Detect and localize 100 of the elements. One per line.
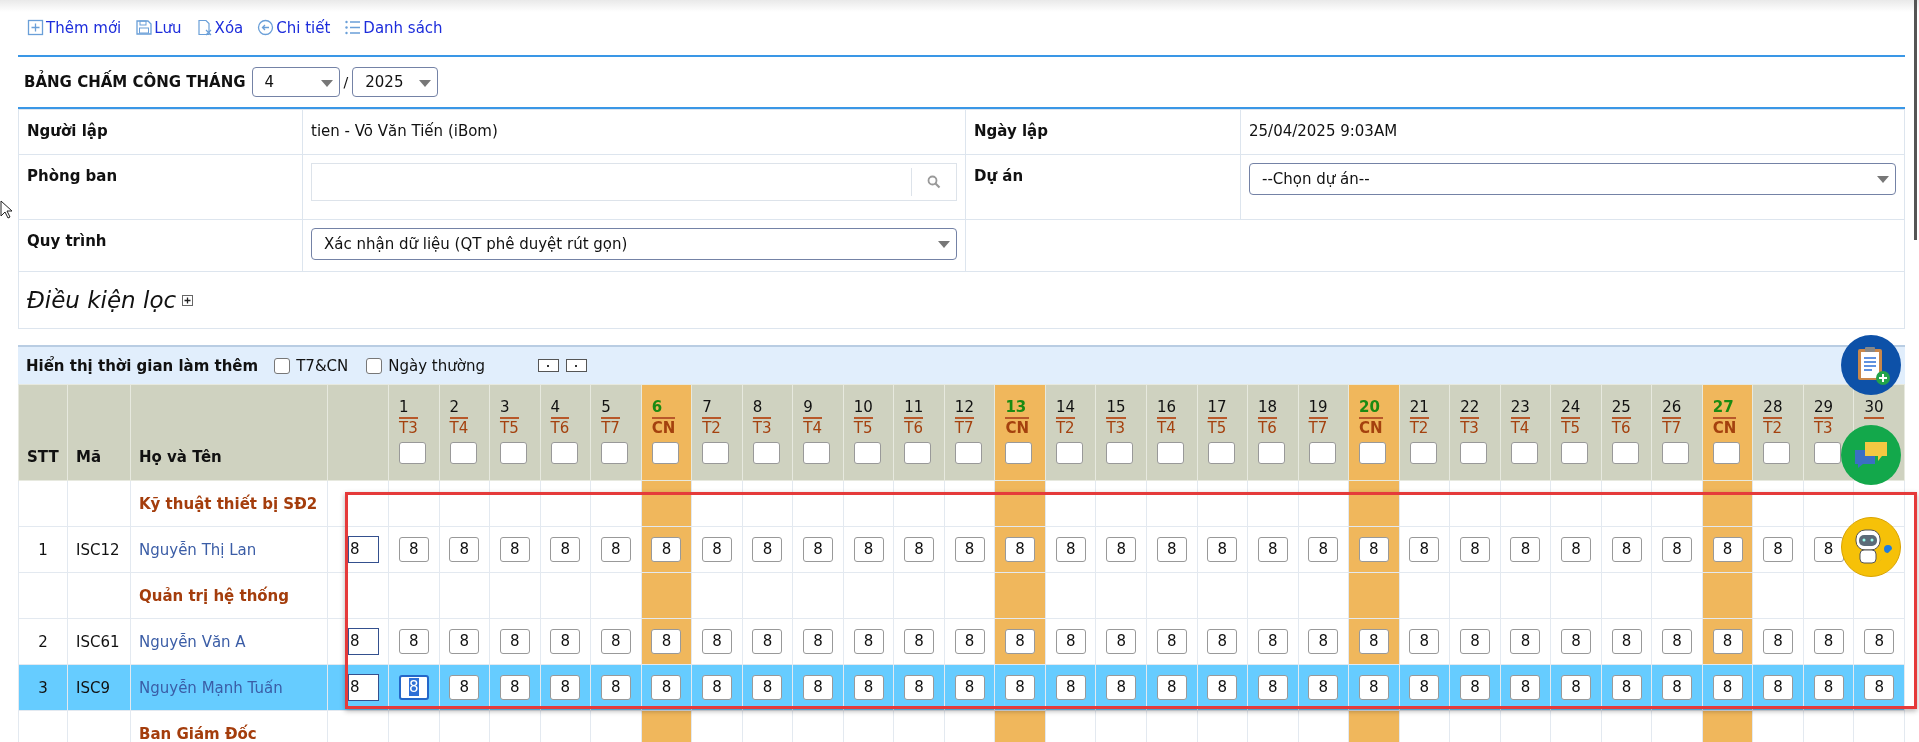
hour-field[interactable]: 8 [853,537,884,562]
hour-field[interactable]: 8 [1106,629,1137,654]
filter-field[interactable] [651,442,679,464]
hour-field[interactable]: 8 [1561,629,1591,654]
hour-field[interactable]: 8 [1712,629,1743,654]
project-select[interactable]: --Chọn dự án-- [1249,163,1896,195]
small-button[interactable] [537,359,559,372]
hour-field[interactable]: 8 [499,629,530,654]
hour-field[interactable]: 8 [1510,675,1541,700]
hour-field[interactable]: 8 [1156,537,1187,562]
hour-field[interactable]: 8 [954,629,985,654]
hour-field[interactable]: 8 [348,628,379,655]
hour-field[interactable]: 8 [1813,675,1844,700]
table-row[interactable]: 3 ISC9 Nguyễn Mạnh Tuấn 8 8 8 8 8 8 8 8 8 8 8 8 8 8 8 8 8 8 8 8 8 8 8 8 8 8 8 8 8 8 8 [18,664,1905,711]
hour-field[interactable]: 8 [1813,537,1844,562]
hour-field[interactable]: 8 [499,675,530,700]
filter-field[interactable] [399,442,426,464]
filter-field[interactable] [1156,442,1184,464]
hour-field[interactable]: 8 [600,537,631,562]
chat-icon[interactable] [1841,425,1901,485]
hour-field[interactable]: 8 [1257,675,1288,700]
filter-field[interactable] [1813,442,1841,464]
hour-field[interactable]: 8 [752,629,783,654]
hour-field[interactable]: 8 [1358,675,1389,700]
hour-field[interactable]: 8 [600,629,631,654]
hour-field[interactable]: 8 [904,675,935,700]
department-field[interactable] [311,163,957,201]
hour-field[interactable]: 8 [701,537,732,562]
filter-field[interactable] [1409,442,1437,464]
filter-field[interactable] [601,442,629,464]
filter-field[interactable] [702,442,730,464]
hour-field[interactable]: 8 [1459,537,1490,562]
month-select[interactable]: 4 [251,67,340,97]
hour-field[interactable]: 8 [904,537,935,562]
process-select[interactable]: Xác nhận dữ liệu (QT phê duyệt rút gọn) [311,228,957,260]
hour-field[interactable]: 8 [1106,675,1137,700]
hour-field[interactable]: 8 [449,629,480,654]
checkbox[interactable] [274,357,291,374]
filter-field[interactable] [803,442,831,464]
toolbar-button[interactable]: Chi tiết [257,18,331,37]
hour-field[interactable]: 8 [1763,537,1794,562]
filter-field[interactable] [904,442,932,464]
toolbar-button[interactable]: Thêm mới [27,18,122,37]
hour-field[interactable]: 8 [499,537,530,562]
hour-field[interactable]: 8 [1459,629,1490,654]
filter-field[interactable] [1055,442,1083,464]
hour-field[interactable]: 8 [1308,629,1339,654]
hour-field[interactable]: 8 [853,675,884,700]
hour-field[interactable]: 8 [1813,629,1844,654]
filter-field[interactable] [500,442,528,464]
hour-field[interactable]: 8 [752,537,783,562]
hour-field[interactable]: 8 [1611,537,1642,562]
scrollbar[interactable] [1914,0,1917,240]
year-select[interactable]: 2025 [352,67,439,97]
hour-field[interactable]: 8 [449,675,480,700]
filter-field[interactable] [1106,442,1134,464]
hour-field[interactable]: 8 [1207,537,1238,562]
hour-field[interactable]: 8 [1662,629,1693,654]
hour-field[interactable]: 8 [398,537,429,562]
hour-field[interactable]: 8 [1561,675,1591,700]
hour-field[interactable]: 8 [1459,675,1490,700]
hour-field[interactable]: 8 [1055,629,1086,654]
hour-field[interactable]: 8 [1864,629,1895,654]
hour-field[interactable]: 8 [348,536,379,563]
filter-field[interactable] [550,442,578,464]
hour-field[interactable]: 8 [1409,537,1440,562]
hour-field[interactable]: 8 [1358,629,1389,654]
hour-field[interactable]: 8 [1257,629,1288,654]
hour-field[interactable]: 8 [348,674,379,701]
hour-field[interactable]: 8 [1864,675,1895,700]
hour-field[interactable]: 8 [600,675,631,700]
filter-field[interactable] [853,442,881,464]
hour-field[interactable]: 8 [1156,675,1187,700]
hour-field[interactable]: 8 [651,537,682,562]
filter-field[interactable] [1712,442,1740,464]
checkbox[interactable] [366,357,383,374]
hour-field[interactable]: 8 [1662,537,1693,562]
hour-field[interactable]: 8 [1561,537,1591,562]
hour-field[interactable]: 8 [1611,675,1642,700]
filter-field[interactable] [1308,442,1336,464]
hour-field[interactable]: 8 [1662,675,1693,700]
filter-field[interactable] [1662,442,1690,464]
hour-field[interactable]: 8 [1156,629,1187,654]
small-button[interactable] [565,359,587,372]
expand-icon[interactable] [182,294,194,306]
hour-field[interactable]: 8 [1055,537,1086,562]
hour-field[interactable]: 8 [1055,675,1086,700]
filter-field[interactable] [954,442,982,464]
hour-field[interactable]: 8 [853,629,884,654]
hour-field[interactable]: 8 [1763,629,1794,654]
hour-field[interactable]: 8 [550,537,581,562]
filter-field[interactable] [1359,442,1387,464]
toolbar-button[interactable]: Lưu [135,18,182,37]
hour-field[interactable]: 8 [550,675,581,700]
hour-field[interactable]: 8 [1510,537,1541,562]
hour-field[interactable]: 8 [1207,629,1238,654]
hour-field[interactable]: 8 [1308,675,1339,700]
filter-field[interactable] [449,442,477,464]
hour-field[interactable]: 8 [954,675,985,700]
hour-field[interactable]: 8 [904,629,935,654]
